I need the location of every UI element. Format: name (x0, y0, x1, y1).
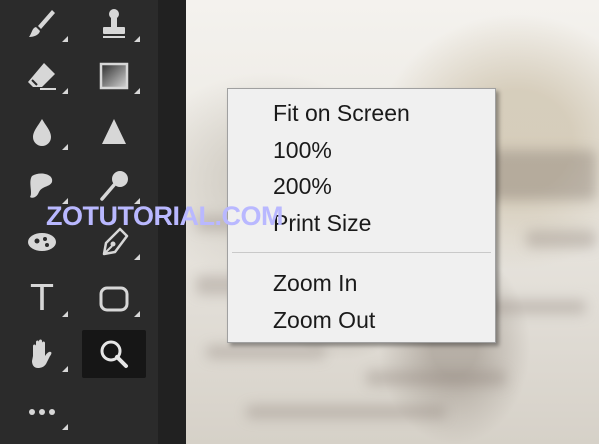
more-tools-indicator (62, 36, 68, 42)
menu-item-200-percent[interactable]: 200% (273, 171, 332, 201)
more-tools[interactable] (10, 388, 74, 436)
more-tools-indicator (62, 144, 68, 150)
eraser-tool[interactable] (10, 52, 74, 100)
type-tool[interactable]: T (10, 275, 74, 323)
magnifier-icon (100, 340, 128, 368)
hand-tool[interactable] (10, 330, 74, 378)
more-tools-indicator (134, 311, 140, 317)
zoom-tool[interactable] (82, 330, 146, 378)
shape-tool[interactable] (82, 275, 146, 323)
eraser-icon (28, 63, 56, 90)
more-tools-indicator (62, 311, 68, 317)
sharpen-tool[interactable] (82, 108, 146, 156)
type-icon: T (31, 278, 53, 319)
menu-item-fit-on-screen[interactable]: Fit on Screen (273, 98, 410, 128)
drop-icon (33, 119, 51, 146)
more-tools-indicator (62, 366, 68, 372)
triangle-icon (102, 119, 126, 144)
more-tools-indicator (62, 424, 68, 430)
menu-item-zoom-out[interactable]: Zoom Out (273, 305, 375, 335)
menu-item-print-size[interactable]: Print Size (273, 208, 371, 238)
blur-tool[interactable] (10, 108, 74, 156)
smudge-icon (30, 173, 53, 198)
brush-tool[interactable] (10, 0, 74, 48)
stamp-icon (103, 9, 125, 38)
brush-icon (29, 10, 55, 37)
more-tools-indicator (134, 254, 140, 260)
gradient-icon (99, 62, 129, 90)
menu-separator (232, 252, 491, 253)
ellipsis-icon (29, 409, 55, 415)
gradient-tool[interactable] (82, 52, 146, 100)
rounded-rectangle-icon (99, 286, 129, 312)
more-tools-indicator (134, 36, 140, 42)
menu-item-zoom-in[interactable]: Zoom In (273, 268, 357, 298)
more-tools-indicator (134, 88, 140, 94)
hand-icon (32, 339, 52, 368)
menu-item-100-percent[interactable]: 100% (273, 135, 332, 165)
clone-stamp-tool[interactable] (82, 0, 146, 48)
more-tools-indicator (62, 88, 68, 94)
dodge-icon (100, 171, 128, 201)
watermark: ZOTUTORIAL.COM (46, 201, 283, 231)
